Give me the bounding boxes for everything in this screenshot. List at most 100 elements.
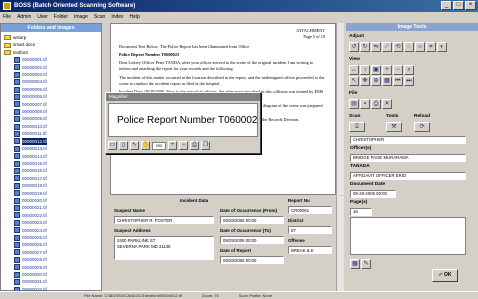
tree-image-item[interactable]: 00000026.tif — [4, 241, 98, 249]
actual-size-icon[interactable]: ▣ — [371, 65, 381, 75]
magnify-icon[interactable]: ⊕ — [371, 76, 381, 86]
tree-image-item[interactable]: 00000019.tif — [4, 190, 98, 197]
district-field[interactable]: 07 — [288, 226, 332, 234]
last-page-icon[interactable]: ⏭ — [404, 76, 414, 86]
document-date-field[interactable]: 09-29-2006 00:00 — [350, 190, 396, 198]
tree-image-item[interactable]: 00000004.tif — [4, 78, 98, 86]
calendar-icon[interactable]: ▦ — [350, 259, 360, 269]
menu-image[interactable]: Image — [74, 12, 88, 22]
notes-area[interactable] — [350, 217, 466, 255]
ok-button[interactable]: ✔ OK — [432, 269, 458, 282]
tree-image-item[interactable]: 00000028.tif — [4, 256, 98, 263]
tree-image-item[interactable]: 00000020.tif — [4, 197, 98, 204]
tree-image-item[interactable]: 00000007.tif — [4, 101, 98, 108]
pan-icon[interactable]: ✥ — [360, 76, 370, 86]
menu-scan[interactable]: Scan — [94, 12, 105, 22]
tree-image-item[interactable]: 00000003.tif — [4, 71, 98, 78]
rotate-right-icon[interactable]: ↻ — [360, 42, 370, 52]
copy-icon[interactable]: ❐ — [201, 141, 210, 150]
tree-image-item[interactable]: 00000015.tif — [4, 160, 98, 167]
hand-icon[interactable]: ✋ — [141, 141, 150, 150]
suspect-address-field[interactable]: 2400 PARKLINE ST SEVERNA PARK MD 21146 — [114, 236, 214, 260]
menu-file[interactable]: File — [3, 12, 11, 22]
tree-image-item[interactable]: 00000016.tif — [4, 167, 98, 175]
form-scrollbar[interactable] — [336, 196, 344, 291]
tree-image-item[interactable]: 00000023.tif — [4, 219, 98, 226]
tree-image-item[interactable]: 00000001.tif — [4, 56, 98, 63]
tree-image-item[interactable]: 00000031.tif — [4, 278, 98, 286]
suspect-name-field[interactable]: CHRISTOPHER R. FOSTER — [114, 216, 214, 224]
menu-index[interactable]: Index — [111, 12, 123, 22]
tree-image-item[interactable]: 00000005.tif — [4, 86, 98, 93]
maximize-button[interactable]: □ — [453, 1, 464, 10]
page-icon[interactable]: ▯ — [119, 141, 128, 150]
select-icon[interactable]: ↖ — [349, 76, 359, 86]
pointer-icon[interactable]: ↖ — [130, 141, 139, 150]
first-page-icon[interactable]: ⏮ — [393, 76, 403, 86]
zoom-in-tool-icon[interactable]: + — [382, 65, 392, 75]
tree-image-item[interactable]: 00000014.tif — [4, 153, 98, 160]
tree-image-item[interactable]: 00000018.tif — [4, 182, 98, 189]
zoom-out-tool-icon[interactable]: − — [393, 65, 403, 75]
tree-image-item[interactable]: 00000029.tif — [4, 264, 98, 271]
report-number-field[interactable]: CR00061 — [288, 206, 332, 214]
date-from-field[interactable]: 09/29/2006 00:00 — [220, 216, 284, 224]
open-file-icon[interactable]: ▤ — [349, 99, 359, 109]
tree-image-item[interactable]: 00000027.tif — [4, 249, 98, 256]
name-field[interactable]: CHRISTOPHER — [350, 136, 466, 144]
tree-image-item[interactable]: 00000022.tif — [4, 212, 98, 219]
date-report-field[interactable]: 09/29/2006 00:00 — [220, 256, 284, 264]
tree-image-item[interactable]: 00000024.tif — [4, 227, 98, 234]
despeckle-icon[interactable]: ◌ — [404, 42, 414, 52]
delete-file-icon[interactable]: ✕ — [382, 99, 392, 109]
close-button[interactable]: × — [465, 1, 476, 10]
fit-height-icon[interactable]: ↕ — [360, 65, 370, 75]
reload-icon[interactable]: ⟳ — [414, 122, 430, 132]
brightness-icon[interactable]: ☼ — [415, 42, 425, 52]
tree-folder[interactable]: smart docs — [4, 41, 98, 48]
tree-image-item[interactable]: 00000030.tif — [4, 271, 98, 278]
edit-icon[interactable]: ✎ — [361, 259, 371, 269]
print-file-icon[interactable]: ⎙ — [371, 99, 381, 109]
invert-icon[interactable]: ◐ — [437, 42, 447, 52]
document-scrollbar[interactable] — [336, 23, 344, 195]
tree-image-item[interactable]: 00000021.tif — [4, 204, 98, 212]
offense-field[interactable]: BREAK & E — [288, 246, 332, 254]
officers-field[interactable]: BRIDGE PAGE MURARAMA — [350, 154, 466, 162]
tree-image-item[interactable]: 00000009.tif — [4, 115, 98, 123]
splitter[interactable] — [102, 23, 110, 291]
thumbnail-icon[interactable]: ▦ — [382, 76, 392, 86]
flip-icon[interactable]: ⇋ — [371, 42, 381, 52]
menu-user[interactable]: User — [37, 12, 48, 22]
menu-help[interactable]: Help — [130, 12, 140, 22]
tools-icon[interactable]: ⚒ — [386, 122, 402, 132]
tree-image-item[interactable]: 00000010.tif — [4, 123, 98, 130]
tree-image-item[interactable]: 00000012.tif — [4, 137, 98, 146]
zoom-level-field[interactable]: 200 — [152, 141, 166, 150]
tree-folder[interactable]: wstorp — [4, 34, 98, 41]
tree-image-item[interactable]: 00000025.tif — [4, 234, 98, 241]
tree-image-item[interactable]: 00000006.tif — [4, 93, 98, 100]
deskew-icon[interactable]: ⟋ — [382, 42, 392, 52]
tree-image-item[interactable]: 00000008.tif — [4, 108, 98, 115]
pages-field[interactable]: 18 — [350, 208, 372, 216]
scan-icon[interactable]: ⌸ — [349, 122, 365, 132]
print-icon[interactable]: ⎙ — [190, 141, 199, 150]
date-to-field[interactable]: 09/29/2006 00:00 — [220, 236, 284, 244]
rotate-180-icon[interactable]: ⟲ — [393, 42, 403, 52]
menu-admin[interactable]: Admin — [17, 12, 31, 22]
fit-page-icon[interactable]: ▭ — [108, 141, 117, 150]
tree-image-item[interactable]: 00000002.tif — [4, 64, 98, 71]
tree-image-item[interactable]: 00000017.tif — [4, 175, 98, 182]
crop-icon[interactable]: ⌗ — [426, 42, 436, 52]
rotate-left-icon[interactable]: ↺ — [349, 42, 359, 52]
zoom-out-icon[interactable]: − — [179, 141, 188, 150]
menu-folder[interactable]: Folder — [54, 12, 68, 22]
tree-image-item[interactable]: 00000013.tif — [4, 145, 98, 152]
fit-width-icon[interactable]: ↔ — [349, 65, 359, 75]
zoom-in-icon[interactable]: + — [168, 141, 177, 150]
affidavit-field[interactable]: AFFIDAVIT OFFICER ERID — [350, 172, 466, 180]
tree-folder[interactable]: testfont — [4, 49, 98, 56]
minimize-button[interactable]: _ — [441, 1, 452, 10]
save-file-icon[interactable]: ▪ — [360, 99, 370, 109]
